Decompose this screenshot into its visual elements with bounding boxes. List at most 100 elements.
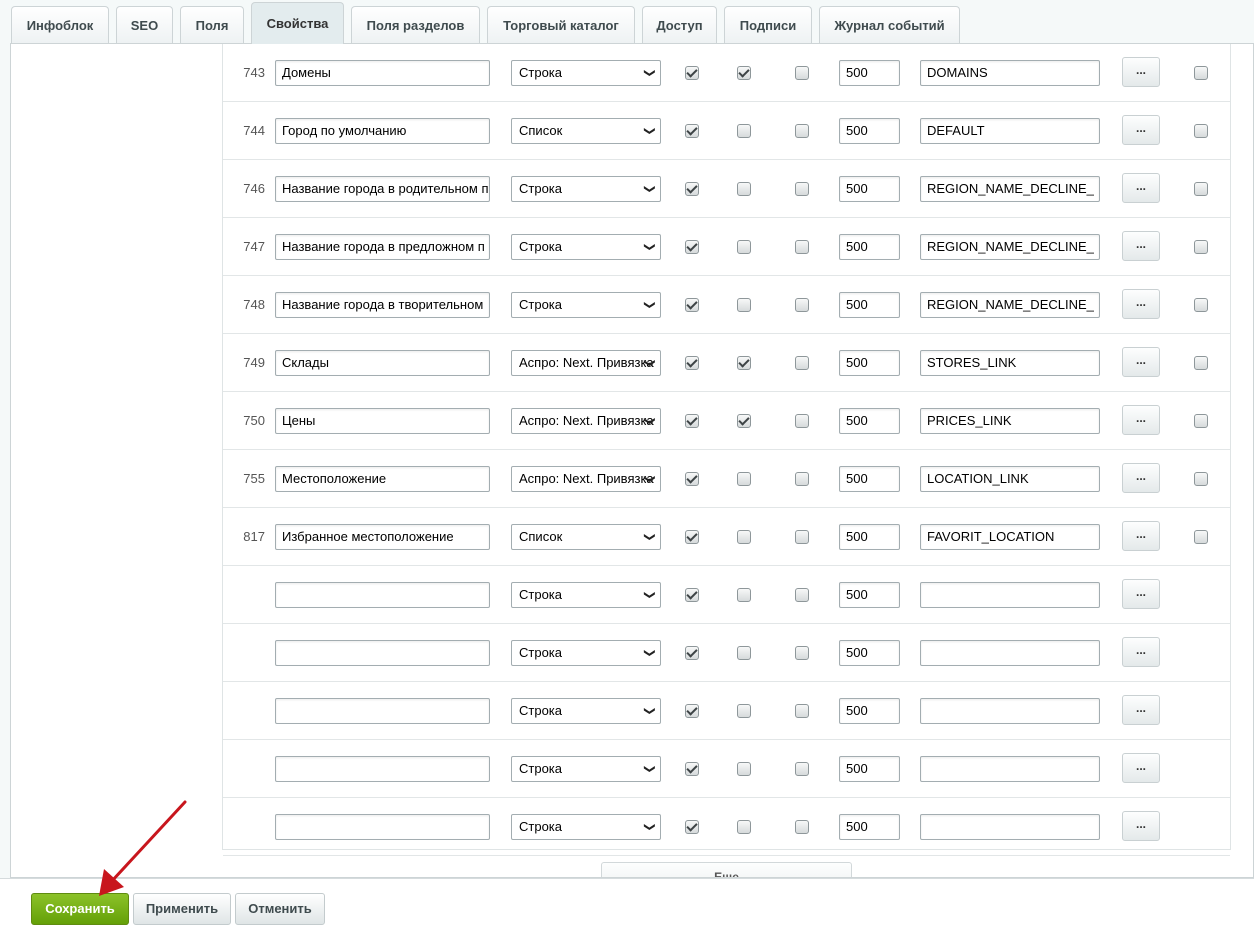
property-sort-input[interactable]: 500 xyxy=(839,582,900,608)
property-type-select[interactable]: Строка ❯ xyxy=(511,60,661,86)
property-c2-checkbox[interactable] xyxy=(737,298,751,312)
property-c1-checkbox[interactable] xyxy=(685,530,699,544)
cancel-button[interactable]: Отменить xyxy=(235,893,325,925)
apply-button[interactable]: Применить xyxy=(133,893,231,925)
property-name-input[interactable]: Город по умолчанию xyxy=(275,118,490,144)
property-sort-input[interactable]: 500 xyxy=(839,176,900,202)
property-c2-checkbox[interactable] xyxy=(737,182,751,196)
tab-fields[interactable]: Поля xyxy=(180,6,244,43)
property-settings-button[interactable]: ... xyxy=(1122,463,1160,493)
property-code-input[interactable] xyxy=(920,698,1100,724)
property-c2-checkbox[interactable] xyxy=(737,646,751,660)
property-delete-checkbox[interactable] xyxy=(1194,472,1208,486)
property-c2-checkbox[interactable] xyxy=(737,414,751,428)
property-type-select[interactable]: Строка ❯ xyxy=(511,176,661,202)
property-settings-button[interactable]: ... xyxy=(1122,347,1160,377)
property-c3-checkbox[interactable] xyxy=(795,762,809,776)
property-sort-input[interactable]: 500 xyxy=(839,698,900,724)
property-c1-checkbox[interactable] xyxy=(685,66,699,80)
property-code-input[interactable] xyxy=(920,582,1100,608)
property-sort-input[interactable]: 500 xyxy=(839,814,900,840)
property-c1-checkbox[interactable] xyxy=(685,472,699,486)
property-settings-button[interactable]: ... xyxy=(1122,173,1160,203)
property-type-select[interactable]: Список ❯ xyxy=(511,118,661,144)
tab-seo[interactable]: SEO xyxy=(116,6,173,43)
property-c1-checkbox[interactable] xyxy=(685,820,699,834)
property-c3-checkbox[interactable] xyxy=(795,240,809,254)
property-name-input[interactable] xyxy=(275,814,490,840)
property-c2-checkbox[interactable] xyxy=(737,66,751,80)
property-c2-checkbox[interactable] xyxy=(737,820,751,834)
property-code-input[interactable]: DOMAINS xyxy=(920,60,1100,86)
property-c3-checkbox[interactable] xyxy=(795,646,809,660)
property-c3-checkbox[interactable] xyxy=(795,66,809,80)
property-code-input[interactable] xyxy=(920,814,1100,840)
property-name-input[interactable]: Цены xyxy=(275,408,490,434)
property-sort-input[interactable]: 500 xyxy=(839,408,900,434)
property-name-input[interactable] xyxy=(275,582,490,608)
property-settings-button[interactable]: ... xyxy=(1122,289,1160,319)
property-settings-button[interactable]: ... xyxy=(1122,115,1160,145)
more-button[interactable]: Еще xyxy=(601,862,852,877)
property-c1-checkbox[interactable] xyxy=(685,182,699,196)
property-c3-checkbox[interactable] xyxy=(795,182,809,196)
property-c1-checkbox[interactable] xyxy=(685,414,699,428)
property-c2-checkbox[interactable] xyxy=(737,124,751,138)
property-name-input[interactable]: Избранное местоположение xyxy=(275,524,490,550)
property-code-input[interactable]: REGION_NAME_DECLINE_ xyxy=(920,176,1100,202)
property-sort-input[interactable]: 500 xyxy=(839,756,900,782)
property-name-input[interactable]: Склады xyxy=(275,350,490,376)
property-settings-button[interactable]: ... xyxy=(1122,753,1160,783)
property-sort-input[interactable]: 500 xyxy=(839,640,900,666)
property-name-input[interactable] xyxy=(275,698,490,724)
property-type-select[interactable]: Строка ❯ xyxy=(511,234,661,260)
property-code-input[interactable]: DEFAULT xyxy=(920,118,1100,144)
property-c1-checkbox[interactable] xyxy=(685,240,699,254)
property-code-input[interactable] xyxy=(920,756,1100,782)
property-c3-checkbox[interactable] xyxy=(795,704,809,718)
property-c2-checkbox[interactable] xyxy=(737,472,751,486)
property-settings-button[interactable]: ... xyxy=(1122,579,1160,609)
property-code-input[interactable]: REGION_NAME_DECLINE_ xyxy=(920,292,1100,318)
property-sort-input[interactable]: 500 xyxy=(839,292,900,318)
property-settings-button[interactable]: ... xyxy=(1122,637,1160,667)
property-delete-checkbox[interactable] xyxy=(1194,530,1208,544)
property-sort-input[interactable]: 500 xyxy=(839,118,900,144)
property-delete-checkbox[interactable] xyxy=(1194,182,1208,196)
property-settings-button[interactable]: ... xyxy=(1122,695,1160,725)
property-settings-button[interactable]: ... xyxy=(1122,405,1160,435)
property-type-select[interactable]: Строка ❯ xyxy=(511,814,661,840)
property-type-select[interactable]: Аспро: Next. Привязка ❯ xyxy=(511,408,661,434)
property-type-select[interactable]: Строка ❯ xyxy=(511,292,661,318)
tab-properties[interactable]: Свойства xyxy=(251,2,344,44)
property-c2-checkbox[interactable] xyxy=(737,762,751,776)
property-delete-checkbox[interactable] xyxy=(1194,66,1208,80)
property-c1-checkbox[interactable] xyxy=(685,762,699,776)
property-sort-input[interactable]: 500 xyxy=(839,60,900,86)
property-sort-input[interactable]: 500 xyxy=(839,350,900,376)
property-code-input[interactable]: STORES_LINK xyxy=(920,350,1100,376)
property-code-input[interactable]: PRICES_LINK xyxy=(920,408,1100,434)
property-sort-input[interactable]: 500 xyxy=(839,524,900,550)
property-settings-button[interactable]: ... xyxy=(1122,57,1160,87)
property-settings-button[interactable]: ... xyxy=(1122,231,1160,261)
property-c1-checkbox[interactable] xyxy=(685,646,699,660)
property-code-input[interactable]: FAVORIT_LOCATION xyxy=(920,524,1100,550)
property-c3-checkbox[interactable] xyxy=(795,820,809,834)
property-c3-checkbox[interactable] xyxy=(795,124,809,138)
property-c3-checkbox[interactable] xyxy=(795,588,809,602)
property-name-input[interactable] xyxy=(275,640,490,666)
save-button[interactable]: Сохранить xyxy=(31,893,129,925)
tab-infoblock[interactable]: Инфоблок xyxy=(11,6,109,43)
property-type-select[interactable]: Строка ❯ xyxy=(511,582,661,608)
property-c1-checkbox[interactable] xyxy=(685,124,699,138)
property-c1-checkbox[interactable] xyxy=(685,588,699,602)
property-c1-checkbox[interactable] xyxy=(685,298,699,312)
property-name-input[interactable]: Название города в родительном п xyxy=(275,176,490,202)
property-settings-button[interactable]: ... xyxy=(1122,811,1160,841)
property-c3-checkbox[interactable] xyxy=(795,472,809,486)
property-delete-checkbox[interactable] xyxy=(1194,356,1208,370)
property-sort-input[interactable]: 500 xyxy=(839,466,900,492)
property-c3-checkbox[interactable] xyxy=(795,530,809,544)
property-c3-checkbox[interactable] xyxy=(795,298,809,312)
